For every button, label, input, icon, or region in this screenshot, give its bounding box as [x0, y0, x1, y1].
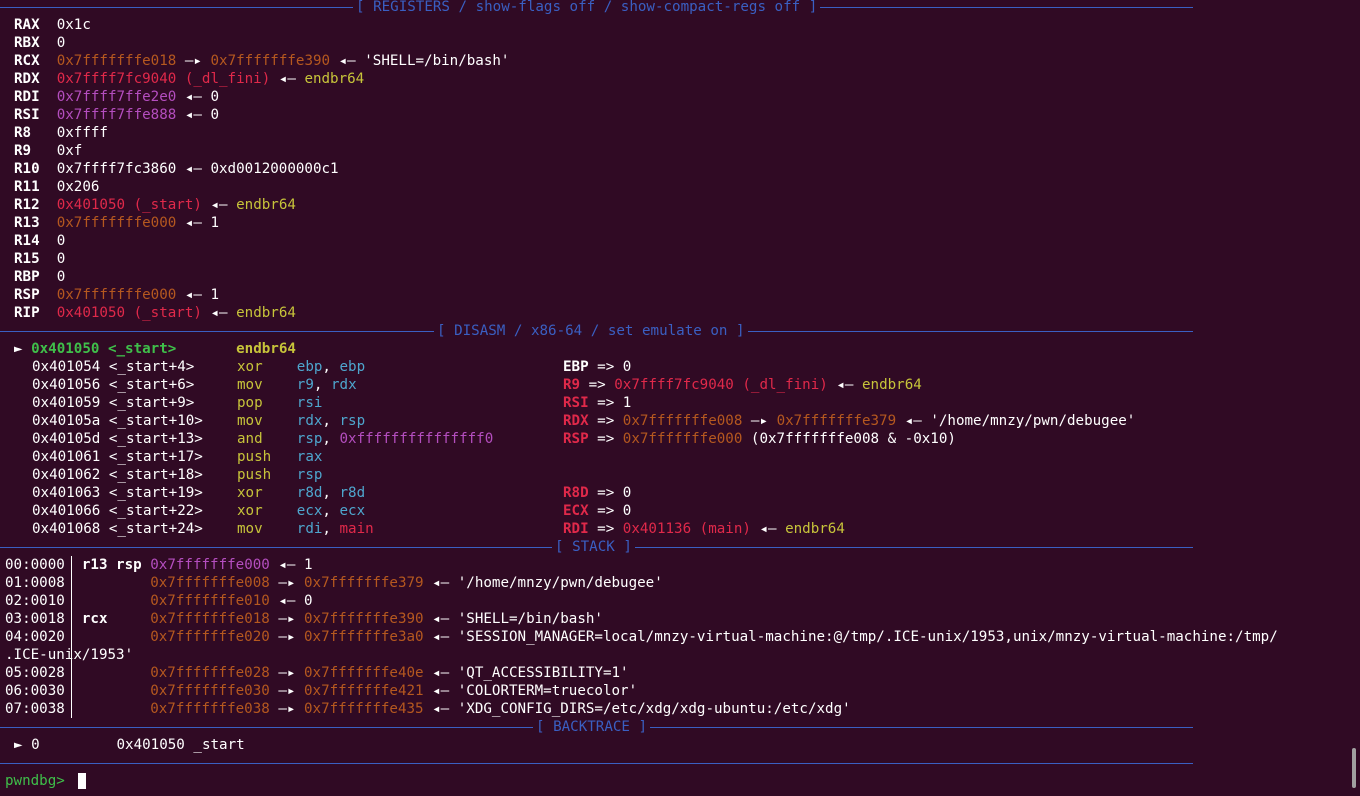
disasm-line[interactable]: 0x40105d <_start+13> and rsp, 0xffffffff…: [32, 430, 493, 448]
disasm-note: EBP => 0: [563, 359, 632, 375]
register-rbp: RBP 0: [14, 269, 66, 285]
disasm-line[interactable]: 0x401054 <_start+4> xor ebp, ebp: [32, 358, 365, 376]
text-cursor[interactable]: [78, 773, 86, 789]
register-r9: R9 0xf: [14, 143, 83, 159]
stack-row[interactable]: 05:0028 0x7fffffffe028 —▸ 0x7fffffffe40e…: [5, 664, 629, 682]
stack-row[interactable]: 04:0020 0x7fffffffe020 —▸ 0x7fffffffe3a0…: [5, 628, 1278, 646]
register-r10: R10 0x7ffff7fc3860 ◂— 0xd0012000000c1: [14, 161, 339, 177]
register-r14: R14 0: [14, 233, 66, 249]
bottom-rule: [0, 754, 1193, 772]
register-rbx: RBX 0: [14, 35, 66, 51]
disasm-note: RSP => 0x7fffffffe000 (0x7fffffffe008 & …: [563, 431, 956, 447]
stack-row[interactable]: 03:0018 rcx 0x7fffffffe018 —▸ 0x7fffffff…: [5, 610, 603, 628]
stack-row-wrap: .ICE-unix/1953': [5, 647, 134, 663]
disasm-note: RDX => 0x7fffffffe008 —▸ 0x7fffffffe379 …: [563, 413, 1136, 429]
register-rax: RAX 0x1c: [14, 17, 91, 33]
register-rip: RIP 0x401050 (_start) ◂— endbr64: [14, 305, 296, 321]
register-rsi: RSI 0x7ffff7ffe888 ◂— 0: [14, 107, 220, 123]
disasm-note: R8D => 0: [563, 485, 632, 501]
disasm-note: RDI => 0x401136 (main) ◂— endbr64: [563, 521, 845, 537]
register-rsp: RSP 0x7fffffffe000 ◂— 1: [14, 287, 220, 303]
register-r8: R8 0xffff: [14, 125, 108, 141]
stack-row[interactable]: 02:0010 0x7fffffffe010 ◂— 0: [5, 592, 313, 610]
register-r11: R11 0x206: [14, 179, 100, 195]
register-r12: R12 0x401050 (_start) ◂— endbr64: [14, 197, 296, 213]
register-rdi: RDI 0x7ffff7ffe2e0 ◂— 0: [14, 89, 220, 105]
disasm-line[interactable]: 0x401063 <_start+19> xor r8d, r8d: [32, 484, 365, 502]
stack-row[interactable]: 01:0008 0x7fffffffe008 —▸ 0x7fffffffe379…: [5, 574, 663, 592]
disasm-header-title: [ DISASM / x86-64 / set emulate on ]: [434, 322, 748, 340]
disasm-line[interactable]: 0x401068 <_start+24> mov rdi, main: [32, 520, 374, 538]
command-prompt: pwndbg>: [5, 773, 65, 789]
register-rdx: RDX 0x7ffff7fc9040 (_dl_fini) ◂— endbr64: [14, 71, 365, 87]
backtrace-header-title: [ BACKTRACE ]: [533, 718, 651, 736]
register-r13: R13 0x7fffffffe000 ◂— 1: [14, 215, 220, 231]
disasm-note: R9 => 0x7ffff7fc9040 (_dl_fini) ◂— endbr…: [563, 377, 922, 393]
disasm-header: [ DISASM / x86-64 / set emulate on ]: [0, 322, 1193, 340]
stack-header-title: [ STACK ]: [552, 538, 635, 556]
backtrace-header: [ BACKTRACE ]: [0, 718, 1193, 736]
disasm-note: RSI => 1: [563, 395, 632, 411]
disasm-line[interactable]: 0x401061 <_start+17> push rax: [32, 448, 322, 466]
disasm-line[interactable]: 0x401062 <_start+18> push rsp: [32, 466, 322, 484]
disasm-line[interactable]: 0x401056 <_start+6> mov r9, rdx: [32, 376, 357, 394]
stack-header: [ STACK ]: [0, 538, 1193, 556]
register-rcx: RCX 0x7fffffffe018 —▸ 0x7fffffffe390 ◂— …: [14, 53, 510, 69]
register-r15: R15 0: [14, 251, 66, 267]
stack-row[interactable]: 07:0038 0x7fffffffe038 —▸ 0x7fffffffe435…: [5, 700, 851, 718]
terminal-window[interactable]: [ REGISTERS / show-flags off / show-comp…: [0, 0, 1360, 796]
disasm-note: ECX => 0: [563, 503, 632, 519]
registers-header: [ REGISTERS / show-flags off / show-comp…: [0, 0, 1193, 16]
stack-row[interactable]: 06:0030 0x7fffffffe030 —▸ 0x7fffffffe421…: [5, 682, 637, 700]
registers-header-title: [ REGISTERS / show-flags off / show-comp…: [353, 0, 821, 16]
disasm-line[interactable]: 0x40105a <_start+10> mov rdx, rsp: [32, 412, 365, 430]
disasm-line-current[interactable]: ► 0x401050 <_start> endbr64: [14, 340, 296, 358]
disasm-line[interactable]: 0x401059 <_start+9> pop rsi: [32, 394, 322, 412]
disasm-line[interactable]: 0x401066 <_start+22> xor ecx, ecx: [32, 502, 365, 520]
backtrace-frame[interactable]: ► 0 0x401050 _start: [14, 736, 245, 754]
stack-row[interactable]: 00:0000 r13 rsp 0x7fffffffe000 ◂— 1: [5, 556, 313, 574]
scrollbar[interactable]: [1352, 748, 1356, 788]
